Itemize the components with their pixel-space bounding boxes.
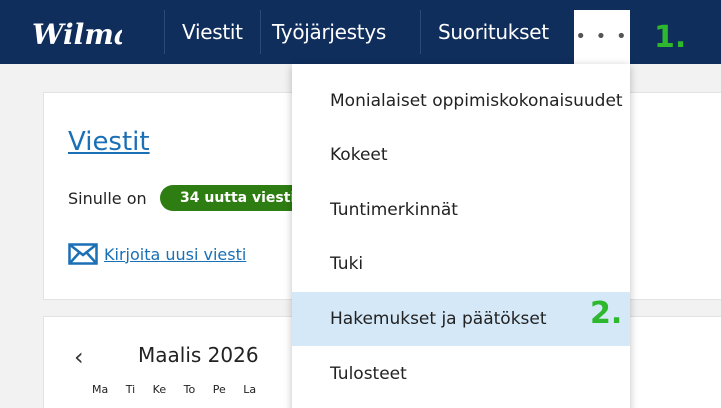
unread-prefix-text: Sinulle on (68, 189, 147, 208)
weekday-label: Pe (212, 383, 226, 396)
menu-item-kokeet[interactable]: Kokeet (292, 128, 630, 182)
nav-item-viestit[interactable]: Viestit (182, 0, 243, 64)
svg-text:Wilma: Wilma (32, 18, 122, 51)
envelope-icon (68, 243, 98, 265)
compose-message-row[interactable]: Kirjoita uusi viesti (68, 243, 246, 265)
messages-title-link[interactable]: Viestit (68, 127, 150, 157)
menu-item-monialaiset[interactable]: Monialaiset oppimiskokonaisuudet (292, 74, 630, 128)
wilma-logo[interactable]: Wilma (32, 14, 122, 54)
calendar-month-label: Maalis 2026 (138, 343, 259, 367)
weekday-label: Ma (92, 383, 109, 396)
menu-item-tuntimerkinnat[interactable]: Tuntimerkinnät (292, 183, 630, 237)
weekday-label: To (183, 383, 196, 396)
weekday-label: Ke (152, 383, 167, 396)
top-navbar: Wilma Viestit Työjärjestys Suoritukset •… (0, 0, 721, 64)
compose-message-link[interactable]: Kirjoita uusi viesti (104, 245, 246, 264)
menu-item-tulosteet[interactable]: Tulosteet (292, 347, 630, 401)
nav-separator (420, 10, 421, 54)
nav-separator (164, 10, 165, 54)
nav-item-tyojarjestys[interactable]: Työjärjestys (272, 0, 386, 64)
step-label-1: 1. (654, 20, 687, 55)
weekday-label: Ti (125, 383, 136, 396)
chevron-left-icon[interactable]: ‹ (74, 343, 84, 371)
more-menu-button[interactable]: • • • (574, 10, 630, 64)
nav-separator (260, 10, 261, 54)
menu-item-tuki[interactable]: Tuki (292, 237, 630, 291)
weekday-label: La (243, 383, 257, 396)
menu-item-hakemukset[interactable]: Hakemukset ja päätökset (292, 292, 630, 346)
step-label-2: 2. (590, 296, 623, 331)
nav-item-suoritukset[interactable]: Suoritukset (438, 0, 549, 64)
calendar-weekday-row: Ma Ti Ke To Pe La (92, 383, 270, 396)
more-dropdown-menu: Monialaiset oppimiskokonaisuudet Kokeet … (292, 64, 630, 408)
